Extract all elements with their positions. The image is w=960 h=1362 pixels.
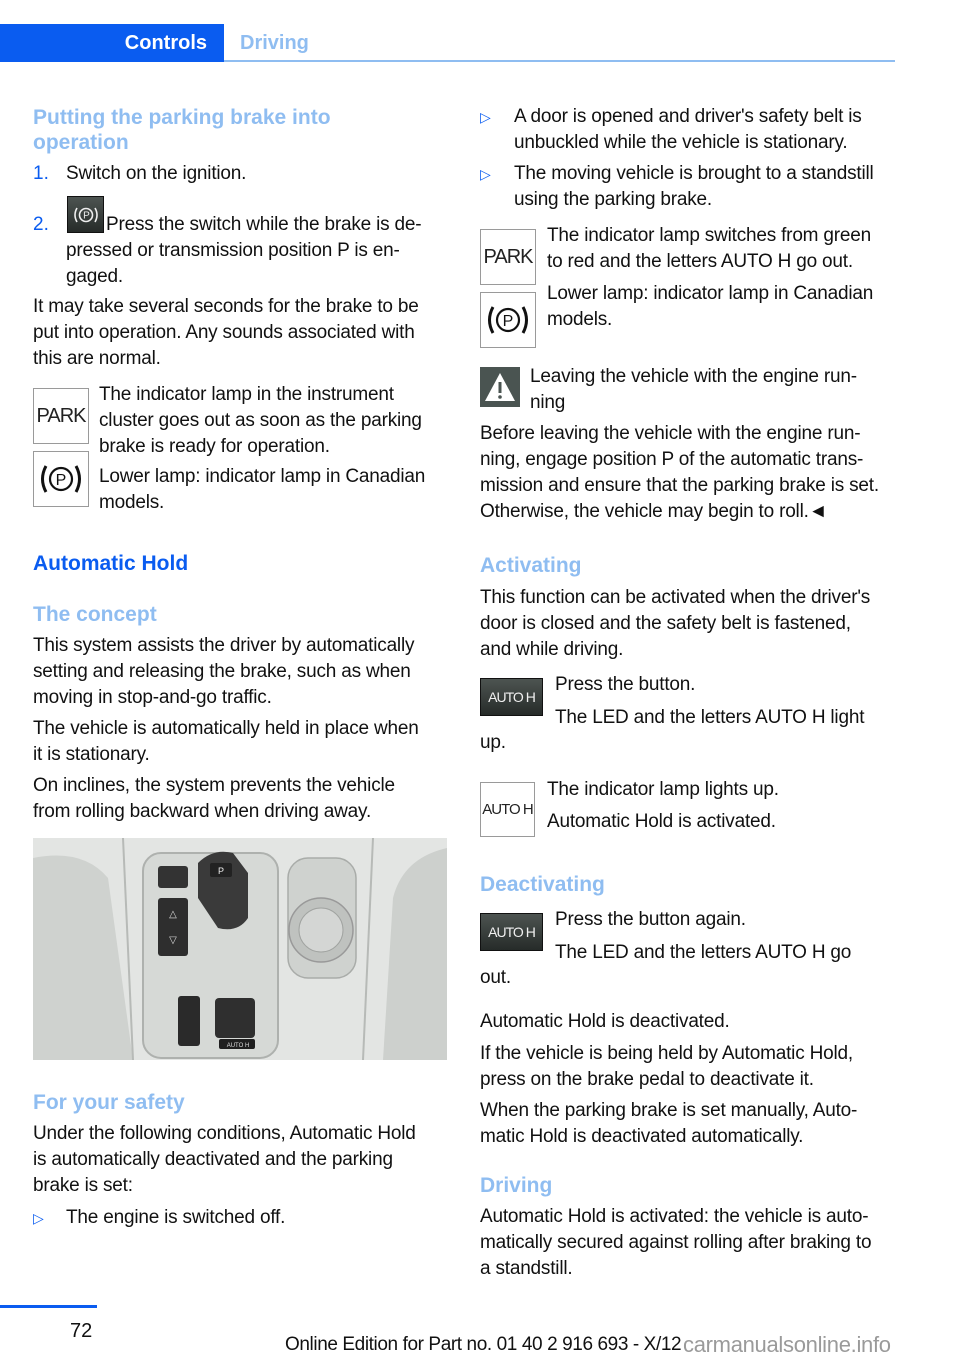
tab-controls[interactable]: Controls	[0, 24, 224, 62]
subsection-title-deactivating: Deactivating	[480, 873, 605, 896]
park-indicator-icon: PARK	[480, 229, 536, 285]
watermark: carmanualsonline.info	[683, 1332, 891, 1357]
page-header: Controls Driving	[0, 24, 895, 62]
concept-paragraph-3: On inclines, the system prevents the veh…	[33, 775, 395, 822]
edition-text: Online Edition for Part no. 01 40 2 916 …	[285, 1334, 682, 1355]
step-text-1: Switch on the ignition.	[66, 163, 247, 184]
photo-label-p: P	[218, 866, 224, 876]
bullet-triangle-icon: ▷	[480, 166, 491, 182]
park-lamp-description: The indicator lamp in the instrument clu…	[99, 384, 422, 457]
section-title-parking-brake: Putting the parking brake into operation	[33, 106, 331, 154]
svg-text:△: △	[169, 909, 177, 920]
bullet-triangle-icon: ▷	[480, 109, 491, 125]
subsection-title-driving: Driving	[480, 1174, 553, 1197]
deactivating-paragraph-3: When the parking brake is set manually, …	[480, 1100, 858, 1147]
step-text-2b: pressed or transmission position P is en…	[66, 240, 400, 261]
header-rule	[224, 60, 895, 62]
activating-step-2: The LED and the letters AUTO H light	[555, 707, 865, 728]
parking-brake-switch-icon: P	[67, 196, 104, 233]
canadian-lamp-description: Lower lamp: indicator lamp in Canadian m…	[99, 466, 426, 513]
tab-driving[interactable]: Driving	[240, 24, 309, 62]
deactivating-step-2-cont: out.	[480, 967, 511, 988]
concept-paragraph-2: The vehicle is automatically held in pla…	[33, 718, 419, 765]
auto-h-indicator-icon: AUTO H	[480, 782, 535, 837]
auto-h-button-icon: AUTO H	[480, 678, 543, 716]
subsection-title-safety: For your safety	[33, 1091, 185, 1114]
deactivating-paragraph-2: If the vehicle is being held by Automati…	[480, 1043, 853, 1090]
subsection-title-concept: The concept	[33, 603, 157, 626]
center-console-photo: △ ▽ P AUTO H	[33, 838, 447, 1060]
activating-paragraph: This function can be activated when the …	[480, 587, 871, 660]
auto-h-button-icon: AUTO H	[480, 913, 543, 951]
step-number-2: 2.	[33, 214, 49, 235]
park-lamp-switch-description: The indicator lamp switches from green t…	[547, 225, 871, 272]
safety-bullet-3: The moving vehicle is brought to a stand…	[514, 163, 874, 210]
canadian-parking-lamp-icon: P	[480, 292, 536, 348]
activating-lamp-line-1: The indicator lamp lights up.	[547, 779, 779, 800]
footer-rule	[0, 1305, 97, 1308]
driving-paragraph: Automatic Hold is activated: the vehicle…	[480, 1206, 872, 1279]
concept-paragraph-1: This system assists the driver by automa…	[33, 635, 415, 708]
svg-text:▽: ▽	[169, 935, 177, 946]
step-text-2a: Press the switch while the brake is de-	[106, 214, 422, 235]
svg-text:P: P	[503, 313, 514, 330]
safety-bullet-1: The engine is switched off.	[66, 1207, 286, 1228]
step-number-1: 1.	[33, 163, 49, 184]
activating-step-1: Press the button.	[555, 674, 696, 695]
activating-step-2-cont: up.	[480, 732, 506, 753]
canadian-lamp-description: Lower lamp: indicator lamp in Canadian m…	[547, 283, 874, 330]
svg-text:P: P	[56, 472, 67, 489]
warning-title: Leaving the vehicle with the engine run-…	[530, 366, 857, 413]
step-text-2c: gaged.	[66, 266, 123, 287]
section-title-automatic-hold: Automatic Hold	[33, 552, 189, 575]
warning-icon	[480, 367, 520, 407]
deactivating-step-1: Press the button again.	[555, 909, 746, 930]
warning-body: Before leaving the vehicle with the engi…	[480, 423, 879, 522]
paragraph-brake-delay: It may take several seconds for the brak…	[33, 296, 419, 369]
deactivated-paragraph: Automatic Hold is deactivated.	[480, 1011, 730, 1032]
activating-lamp-line-2: Automatic Hold is activated.	[547, 811, 776, 832]
bullet-triangle-icon: ▷	[33, 1210, 44, 1226]
page-number: 72	[70, 1320, 93, 1342]
park-indicator-icon: PARK	[33, 388, 89, 444]
safety-paragraph: Under the following conditions, Automati…	[33, 1123, 416, 1196]
subsection-title-activating: Activating	[480, 554, 582, 577]
photo-label-autoh: AUTO H	[227, 1043, 250, 1049]
safety-bullet-2: A door is opened and driver's safety bel…	[514, 106, 862, 153]
deactivating-step-2: The LED and the letters AUTO H go	[555, 942, 852, 963]
canadian-parking-lamp-icon: P	[33, 451, 89, 507]
